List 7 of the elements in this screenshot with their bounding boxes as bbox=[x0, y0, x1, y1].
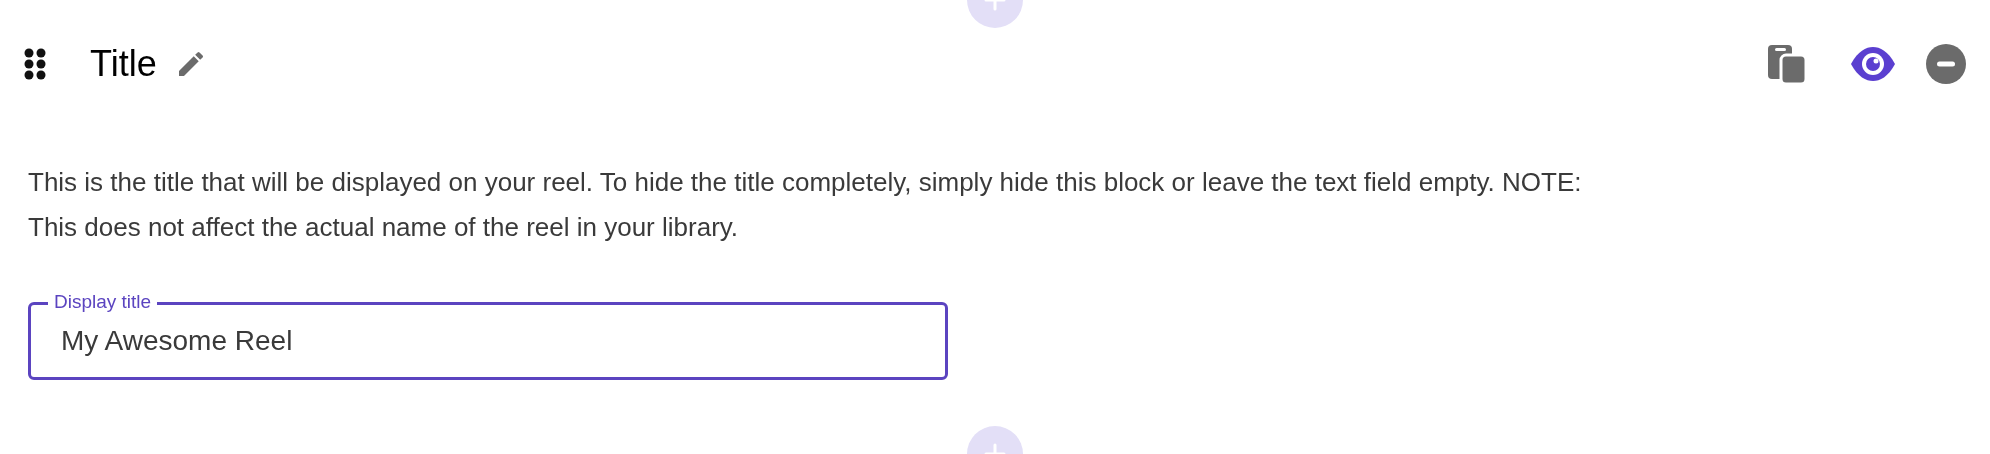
eye-icon[interactable] bbox=[1850, 46, 1896, 82]
text-input[interactable]: My Awesome Reel bbox=[61, 320, 915, 362]
remove-icon[interactable] bbox=[1926, 44, 1966, 84]
drag-handle-icon[interactable] bbox=[24, 48, 46, 80]
block-title: Title bbox=[90, 46, 157, 82]
copy-icon[interactable] bbox=[1766, 43, 1808, 85]
block-description: This is the title that will be displayed on your reel. To hide the title completely, simply hide this block or leave the text field empty. NOTE: This does not affect the actual name of the reel in your library. bbox=[28, 166, 1583, 244]
